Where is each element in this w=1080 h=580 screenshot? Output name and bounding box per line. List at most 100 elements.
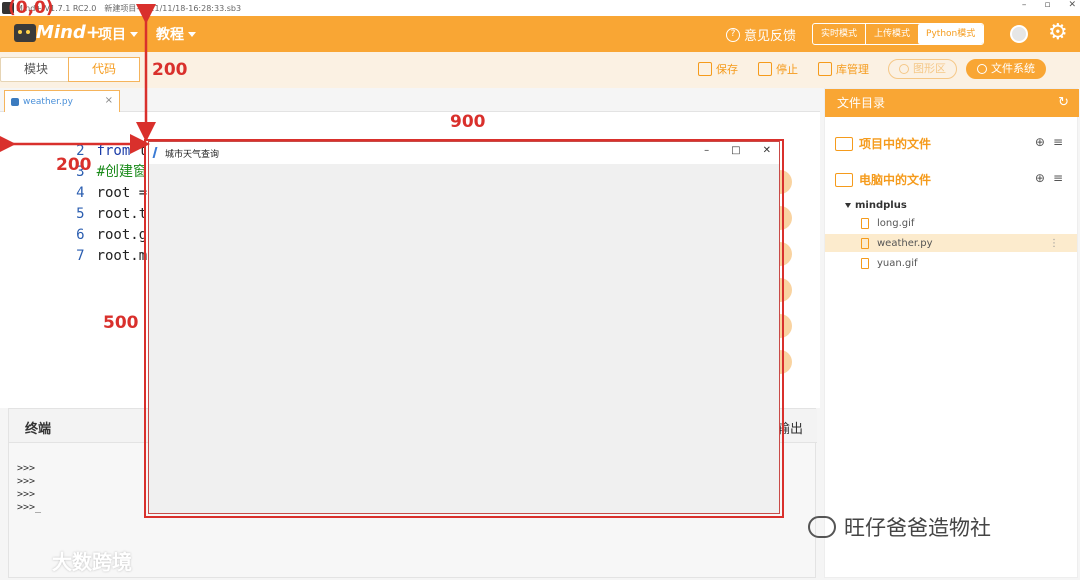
tree-file-label: weather.py — [877, 237, 933, 249]
close-icon[interactable]: ✕ — [1068, 0, 1076, 10]
tree-file-label: yuan.gif — [877, 257, 918, 269]
tree-file-label: long.gif — [877, 217, 915, 229]
terminal-title[interactable]: 终端 — [25, 418, 51, 437]
mode-python[interactable]: Python模式 — [918, 24, 984, 44]
mindplus-logo: Mind+ — [14, 22, 101, 46]
tk-window[interactable]: 城市天气查询 – □ ✕ — [148, 141, 780, 514]
terminal-line: >>> — [17, 476, 36, 487]
graphic-area-icon — [899, 64, 909, 74]
graphic-area-button[interactable]: 图形区 — [888, 59, 957, 79]
tk-window-titlebar[interactable]: 城市天气查询 – □ ✕ — [149, 142, 779, 164]
terminal-line: >>> — [17, 463, 36, 474]
tk-window-title: 城市天气查询 — [165, 150, 220, 160]
menu-project-label: 项目 — [98, 27, 126, 43]
panel-title: 文件目录 — [837, 96, 886, 110]
menu-tutorial[interactable]: 教程 — [156, 24, 196, 44]
minimize-icon[interactable]: – — [704, 145, 709, 156]
library-button[interactable]: 库管理 — [818, 61, 869, 77]
save-button[interactable]: 保存 — [698, 61, 738, 77]
annotation-origin: (0,0) — [8, 0, 54, 18]
top-bar: Mind+ 项目 教程 ? 意见反馈 实时模式 上传模式 Python模式 ⚙ — [0, 16, 1080, 52]
tree-folder-mindplus[interactable]: mindplus — [845, 200, 907, 211]
project-name: 新建项目-2021/11/18-16:28:33.sb3 — [104, 3, 242, 13]
help-icon: ? — [726, 27, 740, 42]
terminal-line: >>>_ — [17, 502, 42, 513]
refresh-icon[interactable]: ↻ — [1058, 89, 1069, 117]
more-icon[interactable]: ⋮ — [1049, 238, 1059, 249]
section-computer-files[interactable]: 电脑中的文件 — [835, 171, 931, 188]
watermark-left: 大数跨境 — [52, 550, 132, 574]
terminal-line: >>> — [17, 489, 36, 500]
folder-icon — [835, 136, 853, 151]
graphic-area-label: 图形区 — [913, 62, 946, 75]
maximize-icon[interactable]: □ — [731, 145, 740, 156]
menu-tutorial-label: 教程 — [156, 27, 184, 43]
code-line: 2from tkinter import * — [0, 120, 273, 159]
watermark-right-label: 旺仔爸爸造物社 — [844, 516, 991, 540]
mode-realtime[interactable]: 实时模式 — [813, 24, 865, 44]
computer-icon — [835, 172, 853, 187]
file-system-label: 文件系统 — [991, 62, 1035, 75]
app-root: Mind+ V1.7.1 RC2.0 新建项目-2021/11/18-16:28… — [0, 0, 1080, 580]
close-icon[interactable]: ✕ — [763, 145, 771, 156]
tree-file-selected[interactable]: weather.py ⋮ — [825, 234, 1077, 252]
annotation-left-offset: 200 — [56, 155, 92, 175]
stop-label: 停止 — [776, 63, 798, 76]
mode-upload[interactable]: 上传模式 — [865, 24, 918, 44]
tk-window-controls: – □ ✕ — [704, 145, 771, 156]
annotation-height: 500 — [103, 313, 139, 333]
os-window-controls: – ▫ ✕ — [1022, 0, 1076, 10]
logo-text: Mind+ — [36, 22, 101, 43]
file-directory-panel: 文件目录 ↻ 项目中的文件 ⊕ ≡ 电脑中的文件 ⊕ ≡ mindplus lo… — [824, 88, 1079, 578]
stop-icon — [758, 62, 772, 76]
feedback-label: 意见反馈 — [744, 29, 797, 44]
robot-logo-icon — [14, 24, 36, 42]
section-actions: ⊕ ≡ — [1035, 135, 1063, 149]
caret-down-icon — [845, 203, 851, 208]
minimize-icon[interactable]: – — [1022, 0, 1027, 10]
chevron-down-icon — [188, 31, 196, 37]
mode-switch: 实时模式 上传模式 Python模式 — [812, 23, 985, 45]
python-file-icon — [11, 97, 19, 106]
feedback-button[interactable]: ? 意见反馈 — [726, 25, 796, 44]
annotation-width: 900 — [450, 112, 486, 132]
file-icon — [861, 237, 869, 249]
tab-code[interactable]: 代码 — [68, 57, 140, 82]
check-icon — [977, 64, 987, 74]
new-file-icon[interactable]: ⊕ — [1035, 135, 1045, 149]
feather-icon — [152, 147, 162, 158]
panel-header: 文件目录 ↻ — [825, 89, 1079, 117]
save-label: 保存 — [716, 63, 738, 76]
menu-icon[interactable]: ≡ — [1053, 135, 1063, 149]
file-icon — [861, 217, 869, 229]
tree-file[interactable]: long.gif — [825, 214, 1077, 232]
file-tab-weather[interactable]: weather.py × — [4, 90, 120, 112]
menu-project[interactable]: 项目 — [98, 24, 138, 44]
tree-folder-label: mindplus — [855, 200, 907, 211]
save-icon — [698, 62, 712, 76]
file-tab-label: weather.py — [23, 96, 73, 107]
new-file-icon[interactable]: ⊕ — [1035, 171, 1045, 185]
maximize-icon[interactable]: ▫ — [1044, 0, 1050, 10]
close-tab-icon[interactable]: × — [105, 95, 113, 106]
file-icon — [861, 257, 869, 269]
wechat-icon — [808, 516, 836, 538]
os-titlebar: Mind+ V1.7.1 RC2.0 新建项目-2021/11/18-16:28… — [0, 0, 1080, 16]
chevron-down-icon — [130, 31, 138, 37]
editor-tabbar: weather.py × — [0, 88, 820, 112]
file-system-button[interactable]: 文件系统 — [966, 59, 1046, 79]
avatar[interactable] — [1010, 25, 1028, 43]
watermark-right: 旺仔爸爸造物社 — [808, 512, 991, 542]
gear-icon[interactable]: ⚙ — [1048, 22, 1068, 44]
library-icon — [818, 62, 832, 76]
annotation-top-offset: 200 — [152, 60, 188, 80]
section-actions: ⊕ ≡ — [1035, 171, 1063, 185]
library-label: 库管理 — [836, 63, 869, 76]
section-label: 电脑中的文件 — [859, 173, 932, 187]
section-project-files[interactable]: 项目中的文件 — [835, 135, 931, 152]
section-label: 项目中的文件 — [859, 137, 932, 151]
menu-icon[interactable]: ≡ — [1053, 171, 1063, 185]
tree-file[interactable]: yuan.gif — [825, 254, 1077, 272]
tab-blocks[interactable]: 模块 — [0, 57, 72, 82]
stop-button[interactable]: 停止 — [758, 61, 798, 77]
